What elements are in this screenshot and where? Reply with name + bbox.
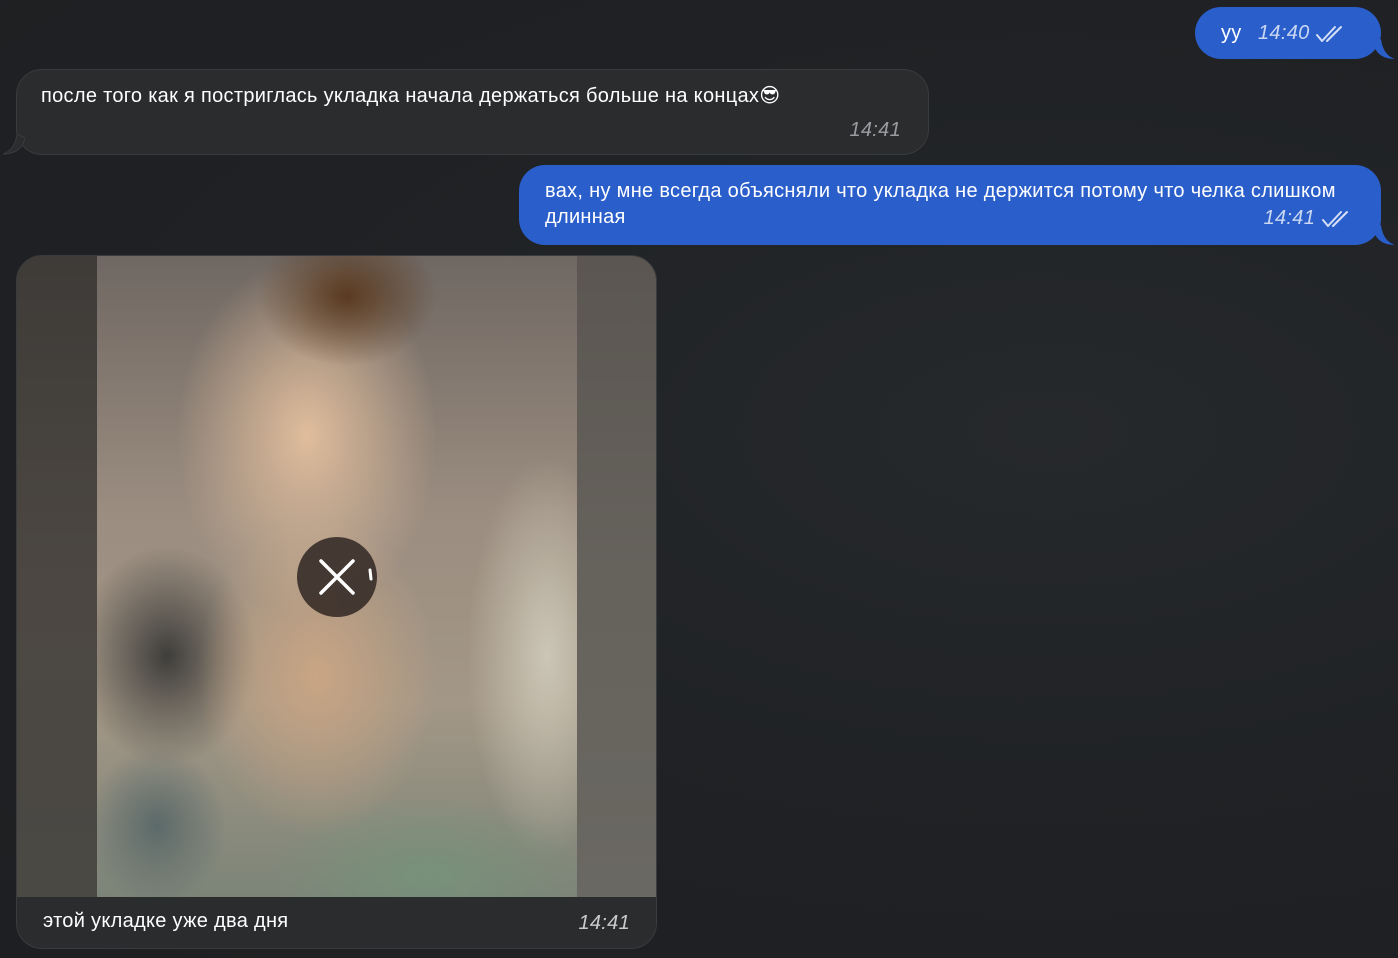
bubble-tail [1373,225,1395,245]
chat-area: уу 14:40 после того как я постриглась ук… [0,0,1398,958]
progress-arc [368,568,373,581]
message-text: уу [1221,22,1242,44]
message-time: 14:41 [578,912,630,934]
message-time: 14:41 [849,119,901,141]
media-blur-side [577,256,656,897]
message-text: вах, ну мне всегда объясняли что укладка… [545,180,1336,228]
message-time: 14:41 [1263,207,1316,229]
sunglasses-emoji: 😎 [759,85,781,107]
incoming-media-message[interactable]: этой укладке уже два дня 14:41 [16,255,657,949]
message-meta: 14:41 [1264,205,1351,231]
message-time: 14:40 [1258,22,1310,44]
message-text-wrap: после того как я постриглась укладка нач… [41,83,780,109]
media-preview[interactable] [17,256,656,897]
incoming-message[interactable]: после того как я постриглась укладка нач… [3,69,929,155]
bubble-tail [1373,39,1395,59]
close-icon [319,559,373,595]
message-text: после того как я постриглась укладка нач… [41,85,760,107]
outgoing-message[interactable]: уу 14:40 [1195,7,1395,59]
double-check-icon [1316,25,1343,42]
bubble-tail [3,134,25,155]
cancel-download-button[interactable] [297,537,377,617]
media-caption: этой укладке уже два дня [43,910,289,932]
media-blur-side [17,256,97,897]
double-check-icon [1322,210,1348,227]
outgoing-message[interactable]: вах, ну мне всегда объясняли что укладка… [519,165,1395,245]
message-meta: 14:40 [1258,20,1345,46]
